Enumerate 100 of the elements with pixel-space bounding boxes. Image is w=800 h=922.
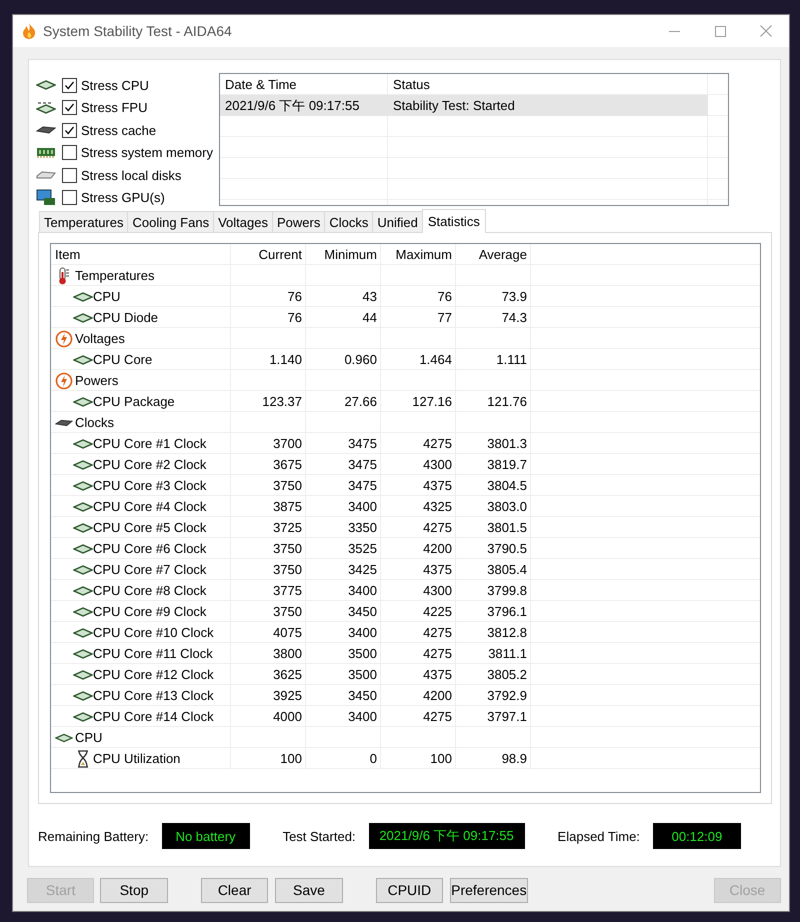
table-cell-text: 3700: [272, 435, 303, 453]
table-cell-text: 127.16: [411, 393, 453, 411]
chip-icon: [73, 438, 93, 448]
table-cell-text: 1.464: [418, 351, 453, 369]
chip-icon: [73, 312, 93, 322]
tab[interactable]: Clocks: [324, 211, 374, 232]
table-cell-text: 3425: [347, 561, 378, 579]
close-icon[interactable]: [760, 25, 772, 37]
status-label: Elapsed Time:: [558, 828, 640, 844]
sensor-name: CPU Core #11 Clock: [93, 646, 213, 661]
action-button[interactable]: Save: [275, 878, 343, 902]
table-cell-text: 3796.1: [486, 603, 528, 621]
table-cell-text: 3750: [272, 477, 303, 495]
table-cell-text: 3799.8: [486, 582, 528, 600]
table-cell-text: 3805.4: [486, 561, 528, 579]
checkbox[interactable]: [62, 168, 77, 183]
tab[interactable]: Cooling Fans: [127, 211, 214, 232]
action-button[interactable]: Preferences: [450, 878, 528, 902]
table-cell-text: 76: [286, 309, 303, 327]
table-cell-text: 4200: [422, 540, 453, 558]
memory-chip-icon: [55, 418, 73, 428]
tab[interactable]: Powers: [272, 211, 326, 232]
statistics-table[interactable]: [50, 243, 761, 793]
table-cell-text: 3819.7: [486, 456, 528, 474]
tab[interactable]: Temperatures: [39, 211, 128, 232]
chip-icon: [73, 460, 93, 470]
sensor-name: CPU Core #14 Clock: [93, 709, 214, 724]
tab[interactable]: Unified: [372, 211, 423, 232]
chip-icon: [73, 690, 93, 700]
sensor-name: CPU Core #6 Clock: [93, 541, 206, 556]
chip-icon: [73, 606, 93, 616]
chip-icon: [73, 648, 93, 658]
table-cell-text: 44: [362, 309, 378, 327]
column-header[interactable]: Date & Time: [220, 74, 388, 95]
table-cell-text: 1.140: [268, 351, 303, 369]
checkbox[interactable]: [62, 78, 77, 93]
checkbox[interactable]: [62, 190, 77, 206]
sensor-name: CPU Utilization: [93, 751, 180, 766]
table-cell-text: 3625: [272, 666, 303, 684]
column-header[interactable]: Current: [231, 244, 306, 265]
action-button[interactable]: CPUID: [376, 878, 444, 902]
table-cell-text: 3525: [347, 540, 378, 558]
action-button[interactable]: Clear: [200, 878, 268, 902]
column-header[interactable]: Maximum: [381, 244, 456, 265]
table-cell-text: 4300: [422, 456, 453, 474]
chip-icon: [73, 480, 93, 490]
chip-icon: [36, 80, 56, 90]
table-cell-text: 3350: [347, 519, 378, 537]
table-cell-text: 4075: [272, 624, 303, 642]
table-cell-text: 76: [436, 288, 453, 306]
tab[interactable]: Voltages: [213, 211, 273, 232]
table-cell-text: 3400: [347, 582, 378, 600]
log-row[interactable]: 2021/9/6 下午 09:17:55 Stability Test: Started: [220, 95, 708, 116]
table-cell-text: 4225: [422, 603, 453, 621]
checkbox-label[interactable]: Stress FPU: [81, 100, 148, 116]
table-cell-text: 74.3: [500, 309, 528, 327]
ram-module-icon: [36, 146, 56, 159]
table-cell-text: 1.111: [495, 351, 528, 369]
table-cell-text: 3750: [272, 540, 303, 558]
chip-icon: [55, 732, 73, 742]
chip-icon: [73, 522, 93, 532]
column-header[interactable]: Status: [388, 74, 708, 95]
column-header[interactable]: Average: [456, 244, 531, 265]
lightning-icon: [55, 372, 73, 390]
log-table[interactable]: Date & Time Status 2021/9/6 下午 09:17:55 Stability Test: Started: [219, 73, 729, 206]
table-cell-text: 3775: [272, 582, 303, 600]
table-cell-text: 3400: [347, 498, 378, 516]
chip-icon: [73, 396, 93, 406]
chip-icon: [73, 564, 93, 574]
table-cell-text: 4200: [422, 687, 453, 705]
column-header[interactable]: Item: [51, 244, 231, 265]
table-cell-text: 3475: [347, 456, 378, 474]
sensor-name: CPU Core #9 Clock: [93, 604, 206, 619]
checkbox[interactable]: [62, 145, 77, 160]
table-cell-text: 3750: [272, 561, 303, 579]
checkbox-label[interactable]: Stress local disks: [81, 168, 182, 183]
checkbox-label[interactable]: Stress GPU(s): [81, 190, 165, 206]
maximize-icon[interactable]: [714, 26, 726, 36]
sensor-name: CPU: [93, 289, 120, 304]
checkbox[interactable]: [62, 122, 77, 138]
table-cell-text: 27.66: [343, 393, 378, 411]
table-cell-text: 121.76: [486, 393, 528, 411]
tab[interactable]: Statistics: [422, 209, 486, 233]
chip-icon: [73, 712, 93, 722]
checkbox-label[interactable]: Stress CPU: [81, 78, 149, 93]
action-button[interactable]: Stop: [100, 878, 168, 902]
checkbox[interactable]: [62, 100, 77, 116]
table-cell-text: 3450: [347, 603, 378, 621]
chip-icon: [73, 502, 93, 512]
table-cell-text: 0: [368, 750, 378, 768]
table-cell-text: 3450: [347, 687, 378, 705]
checkbox-label[interactable]: Stress system memory: [80, 145, 213, 160]
sensor-name: CPU Diode: [93, 310, 158, 325]
table-cell-text: 3790.5: [486, 540, 528, 558]
column-header[interactable]: Minimum: [306, 244, 381, 265]
checkbox-label[interactable]: Stress cache: [81, 122, 156, 138]
table-cell-text: 4275: [422, 708, 453, 726]
thermometer-icon: [57, 266, 71, 284]
status-value: No battery: [162, 823, 250, 849]
table-cell-text: 43: [362, 288, 378, 306]
